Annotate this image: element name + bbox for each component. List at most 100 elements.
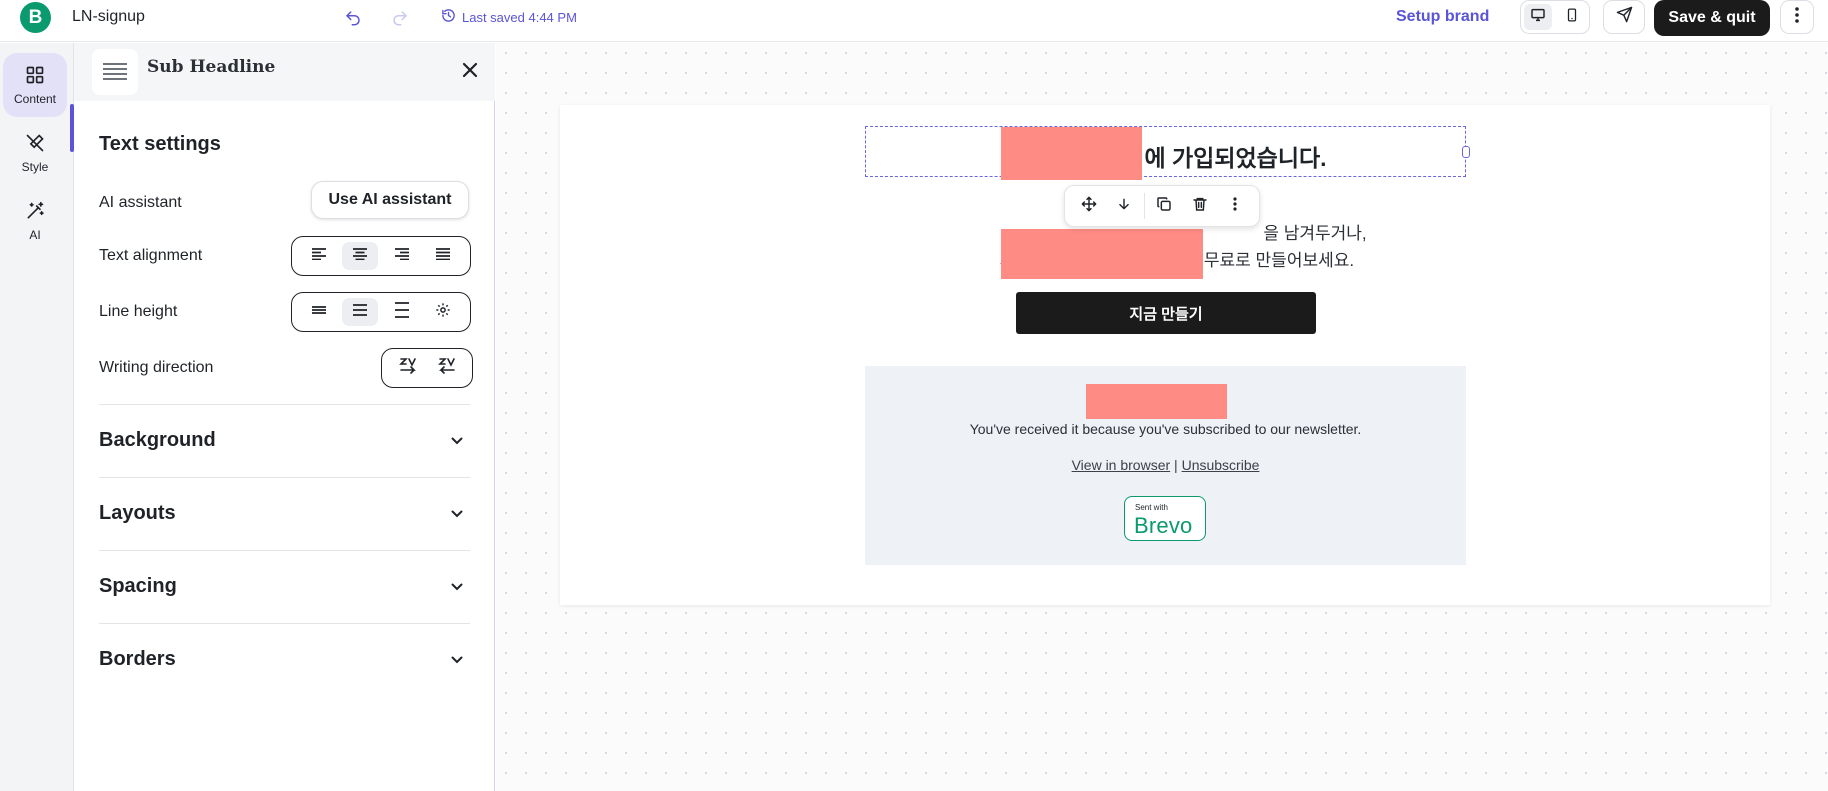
settings-panel: Sub Headline Text settings AI assistant … [74, 43, 495, 791]
accordion-layouts[interactable]: Layouts [99, 502, 176, 525]
more-options-button[interactable] [1780, 0, 1814, 34]
rail-item-ai[interactable]: AI [3, 189, 67, 253]
text-settings-heading: Text settings [99, 133, 221, 155]
footer-links: View in browser | Unsubscribe [865, 457, 1466, 473]
email-footer[interactable]: You've received it because you've subscr… [865, 366, 1466, 565]
brush-icon [25, 133, 45, 156]
line-height-custom-button[interactable] [425, 298, 461, 326]
rail-item-label: Style [21, 159, 49, 174]
move-icon [1081, 196, 1097, 217]
chevron-down-icon[interactable] [449, 433, 465, 449]
gear-icon [435, 302, 451, 323]
history-icon [441, 8, 456, 26]
duplicate-block-button[interactable] [1147, 190, 1182, 222]
section-divider [99, 550, 470, 551]
text-alignment-control [291, 236, 471, 276]
resize-handle[interactable] [1462, 146, 1470, 158]
rtl-direction-button[interactable] [429, 354, 465, 382]
line-height-normal-button[interactable] [342, 298, 379, 326]
redacted-region [1001, 229, 1203, 279]
line-height-label: Line height [99, 303, 178, 320]
paper-plane-icon [1616, 6, 1633, 28]
accordion-background[interactable]: Background [99, 429, 216, 452]
vertical-dots-icon [1233, 196, 1237, 216]
line-height-loose-button[interactable] [384, 298, 420, 326]
badge-brand-text: Brevo [1134, 513, 1193, 538]
move-block-button[interactable] [1071, 190, 1106, 222]
line-height-normal-icon [352, 303, 368, 322]
section-divider [99, 623, 470, 624]
toolbar-separator [1143, 193, 1145, 219]
ltr-direction-icon [398, 357, 417, 380]
chevron-down-icon[interactable] [449, 579, 465, 595]
section-divider [99, 477, 470, 478]
section-divider [99, 404, 470, 405]
headline-text[interactable]: 에 가입되었습니다. [866, 139, 1465, 173]
sent-with-brevo-badge: Sent with Brevo [1124, 496, 1206, 541]
block-floating-toolbar [1064, 185, 1260, 227]
desktop-view-button[interactable] [1524, 4, 1552, 30]
block-more-button[interactable] [1218, 190, 1253, 222]
email-preview: 에 가입되었습니다. 을 남겨두거나, 기억 무료로 만들어보세요. [560, 105, 1770, 605]
mobile-icon [1565, 7, 1579, 28]
align-justify-icon [435, 247, 451, 265]
delete-block-button[interactable] [1182, 190, 1217, 222]
send-test-button[interactable] [1603, 0, 1645, 34]
cta-button[interactable]: 지금 만들기 [1016, 292, 1316, 334]
line-height-control [291, 292, 471, 332]
close-icon [462, 62, 478, 83]
text-alignment-label: Text alignment [99, 247, 203, 264]
unsubscribe-link[interactable]: Unsubscribe [1182, 457, 1260, 473]
footer-notice: You've received it because you've subscr… [969, 421, 1362, 437]
ai-assistant-label: AI assistant [99, 194, 182, 211]
redo-icon[interactable] [388, 6, 412, 30]
accordion-spacing[interactable]: Spacing [99, 575, 177, 598]
rail-item-label: AI [29, 227, 41, 242]
mobile-view-button[interactable] [1558, 4, 1586, 30]
rail-item-style[interactable]: Style [3, 121, 67, 185]
chevron-down-icon[interactable] [449, 506, 465, 522]
align-left-button[interactable] [301, 242, 337, 270]
rail-item-content[interactable]: Content [3, 53, 67, 117]
chevron-down-icon[interactable] [449, 652, 465, 668]
align-right-button[interactable] [384, 242, 420, 270]
line-height-loose-icon [394, 301, 410, 323]
vertical-dots-icon [1795, 6, 1799, 28]
selected-sub-headline-block[interactable]: 에 가입되었습니다. [865, 126, 1470, 177]
rtl-direction-icon [437, 357, 456, 380]
writing-direction-label: Writing direction [99, 359, 214, 376]
redacted-region [1086, 384, 1227, 419]
use-ai-assistant-button[interactable]: Use AI assistant [311, 181, 469, 219]
trash-icon [1192, 196, 1208, 217]
editor-canvas[interactable]: 에 가입되었습니다. 을 남겨두거나, 기억 무료로 만들어보세요. [496, 43, 1828, 791]
close-panel-button[interactable] [455, 57, 485, 87]
save-and-quit-button[interactable]: Save & quit [1654, 0, 1770, 36]
grid-icon [25, 65, 45, 88]
writing-direction-control [381, 348, 473, 388]
last-saved-status[interactable]: Last saved 4:44 PM [441, 6, 577, 28]
badge-small-text: Sent with [1135, 503, 1168, 512]
magic-wand-icon [25, 201, 45, 224]
ltr-direction-button[interactable] [390, 354, 426, 382]
link-separator: | [1174, 457, 1178, 473]
desktop-icon [1530, 7, 1546, 28]
device-preview-toggle [1520, 0, 1590, 34]
sub-headline-block-icon [92, 49, 138, 95]
document-title[interactable]: LN-signup [72, 8, 145, 26]
line-height-tight-button[interactable] [301, 298, 337, 326]
accordion-borders[interactable]: Borders [99, 648, 176, 671]
align-right-icon [394, 247, 410, 265]
rail-item-label: Content [13, 91, 57, 106]
left-rail: Content Style AI [0, 43, 74, 791]
move-down-button[interactable] [1106, 190, 1141, 222]
brevo-logo[interactable]: B [20, 2, 51, 33]
arrow-down-icon [1117, 196, 1131, 217]
panel-title: Sub Headline [147, 57, 276, 77]
setup-brand-link[interactable]: Setup brand [1396, 6, 1489, 28]
align-center-button[interactable] [342, 242, 379, 270]
undo-icon[interactable] [341, 6, 365, 30]
view-in-browser-link[interactable]: View in browser [1072, 457, 1171, 473]
redacted-region [1001, 127, 1142, 180]
align-justify-button[interactable] [425, 242, 461, 270]
line-height-tight-icon [311, 303, 327, 321]
